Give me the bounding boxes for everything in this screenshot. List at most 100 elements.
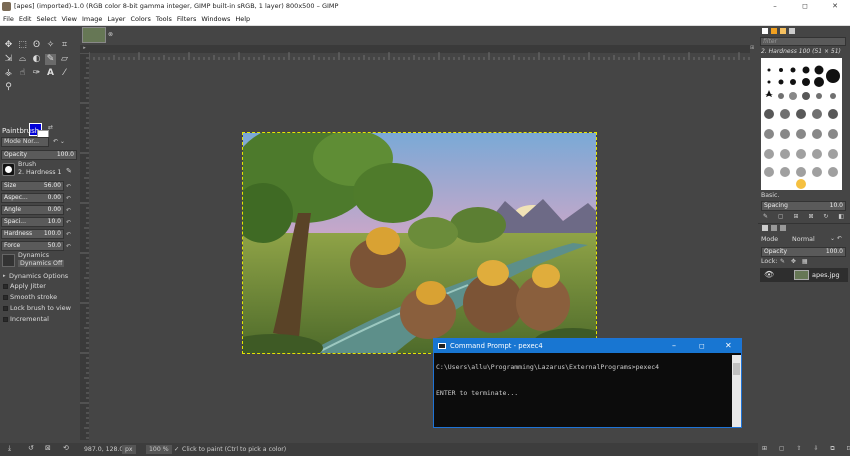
layers-tab-icon[interactable] bbox=[762, 225, 768, 231]
hardness-slider[interactable]: Hardness 100.0 bbox=[1, 229, 64, 239]
menu-windows[interactable]: Windows bbox=[199, 13, 233, 25]
mode-reset-icon[interactable]: ↶ ⌄ bbox=[53, 137, 65, 147]
opacity-slider[interactable]: Opacity 100.0 bbox=[1, 150, 77, 160]
brush-spacing-slider[interactable]: Spacing 10.0 bbox=[761, 201, 846, 211]
channels-tab-icon[interactable] bbox=[771, 225, 777, 231]
opacity-value: 100.0 bbox=[56, 151, 74, 158]
minimize-button[interactable]: – bbox=[760, 0, 790, 13]
zoom-lock-icon[interactable]: ⊞ bbox=[750, 45, 758, 53]
command-prompt-window[interactable]: Command Prompt - pexec4 – ◻ ✕ C:\Users\a… bbox=[433, 338, 742, 428]
edit-brush-icon[interactable]: ✎ bbox=[66, 167, 72, 175]
menu-view[interactable]: View bbox=[59, 13, 79, 25]
menu-colors[interactable]: Colors bbox=[128, 13, 153, 25]
brush-name: 2. Hardness 1 bbox=[18, 169, 62, 176]
smudge-tool-icon[interactable]: ☝ bbox=[17, 68, 28, 79]
menu-help[interactable]: Help bbox=[233, 13, 253, 25]
paths-tool-icon[interactable]: ✑ bbox=[31, 68, 42, 79]
brushes-tab-icon[interactable] bbox=[762, 28, 768, 34]
smooth-stroke-checkbox[interactable] bbox=[3, 295, 8, 300]
force-label: Force bbox=[4, 242, 21, 249]
cmd-scrollbar[interactable] bbox=[732, 355, 741, 427]
layer-opacity-value: 100.0 bbox=[825, 248, 843, 255]
angle-slider[interactable]: Angle 0.00 bbox=[1, 205, 64, 215]
swap-colors-icon[interactable]: ⇄ bbox=[48, 124, 53, 131]
cmd-maximize-button[interactable]: ◻ bbox=[699, 339, 705, 353]
crop-tool-icon[interactable]: ⌗ bbox=[59, 40, 70, 51]
fuzzy-select-tool-icon[interactable]: ✧ bbox=[45, 40, 56, 51]
menu-layer[interactable]: Layer bbox=[105, 13, 128, 25]
aspect-slider[interactable]: Aspec... 0.00 bbox=[1, 193, 64, 203]
layer-row[interactable]: 👁 apes.jpg bbox=[760, 268, 848, 282]
dynamics-preview-icon[interactable] bbox=[2, 254, 15, 267]
brush-grid[interactable] bbox=[761, 58, 842, 190]
dynamics-dropdown[interactable]: Dynamics Off bbox=[18, 260, 65, 267]
fonts-tab-icon[interactable] bbox=[780, 28, 786, 34]
incremental-checkbox[interactable] bbox=[3, 317, 8, 322]
apply-jitter-label: Apply Jitter bbox=[10, 282, 46, 290]
menu-filters[interactable]: Filters bbox=[174, 13, 198, 25]
move-tool-icon[interactable]: ✥ bbox=[3, 40, 14, 51]
layer-mode-dropdown[interactable]: Normal bbox=[792, 236, 815, 243]
lasso-tool-icon[interactable]: ʘ bbox=[31, 40, 42, 51]
menu-file[interactable]: File bbox=[0, 13, 16, 25]
brush-spacing-value: 10.0 bbox=[829, 202, 843, 209]
bucket-fill-tool-icon[interactable]: ◐ bbox=[31, 54, 42, 65]
close-image-tab-icon[interactable]: ⊗ bbox=[108, 31, 113, 38]
spacing-slider[interactable]: Spaci... 10.0 bbox=[1, 217, 64, 227]
text-tool-icon[interactable]: A bbox=[45, 68, 56, 79]
ruler-corner-icon[interactable]: ▸ bbox=[80, 45, 89, 53]
delete-options-icon[interactable]: ⊠ bbox=[45, 444, 51, 452]
incremental-label: Incremental bbox=[10, 315, 49, 323]
size-slider[interactable]: Size 56.00 bbox=[1, 181, 64, 191]
layers-tabs bbox=[762, 225, 786, 231]
paintbrush-tool-icon[interactable]: ✎ bbox=[45, 54, 56, 65]
warp-tool-icon[interactable]: ⌓ bbox=[17, 54, 28, 65]
layer-mode-icons[interactable]: ⌄ ↶ bbox=[830, 235, 842, 242]
cmd-close-button[interactable]: ✕ bbox=[725, 339, 732, 353]
cmd-window-title: Command Prompt - pexec4 bbox=[450, 342, 543, 350]
cmd-app-icon bbox=[438, 343, 446, 349]
restore-options-icon[interactable]: ↺ bbox=[28, 444, 34, 452]
lock-brush-checkbox[interactable] bbox=[3, 306, 8, 311]
brush-action-icons[interactable]: ✎ ▢ ⊞ ⊠ ↻ ◧ bbox=[763, 213, 848, 220]
mode-dropdown[interactable]: Mode Nor... bbox=[1, 137, 49, 147]
force-slider[interactable]: Force 50.0 bbox=[1, 241, 64, 251]
cmd-scrollbar-thumb[interactable] bbox=[733, 363, 740, 375]
brush-filter-input[interactable]: filter bbox=[760, 37, 846, 46]
image-tab-thumbnail[interactable] bbox=[82, 27, 106, 43]
apply-jitter-checkbox[interactable] bbox=[3, 284, 8, 289]
dynamics-options-label[interactable]: Dynamics Options bbox=[9, 272, 68, 280]
rect-select-tool-icon[interactable]: ⬚ bbox=[17, 40, 28, 51]
brush-preview[interactable] bbox=[2, 163, 15, 176]
transform-tool-icon[interactable]: ⇲ bbox=[3, 54, 14, 65]
menu-select[interactable]: Select bbox=[34, 13, 59, 25]
layer-opacity-slider[interactable]: Opacity 100.0 bbox=[761, 247, 846, 257]
cmd-minimize-button[interactable]: – bbox=[672, 339, 676, 353]
clone-tool-icon[interactable]: ⚶ bbox=[3, 68, 14, 79]
eraser-tool-icon[interactable]: ▱ bbox=[59, 54, 70, 65]
brush-spacing-label: Spacing bbox=[764, 202, 788, 209]
unit-dropdown[interactable]: px bbox=[122, 445, 136, 454]
reset-options-icon[interactable]: ⟲ bbox=[63, 444, 69, 452]
lock-icons[interactable]: ✎ ✥ ▦ bbox=[780, 258, 810, 265]
save-options-icon[interactable]: ⤓ bbox=[8, 444, 11, 453]
menu-tools[interactable]: Tools bbox=[153, 13, 174, 25]
brush-dot-icon bbox=[5, 166, 12, 173]
expander-icon[interactable]: ▸ bbox=[3, 273, 6, 279]
menu-image[interactable]: Image bbox=[79, 13, 104, 25]
color-picker-tool-icon[interactable]: ⁄ bbox=[59, 68, 70, 79]
menu-edit[interactable]: Edit bbox=[16, 13, 34, 25]
zoom-tool-icon[interactable]: ⚲ bbox=[3, 82, 14, 93]
document-history-tab-icon[interactable] bbox=[789, 28, 795, 34]
slider-reset-icons[interactable]: ↶ ↶ ↶ ↶ ↶ ↶ bbox=[66, 181, 71, 253]
maximize-button[interactable]: ◻ bbox=[790, 0, 820, 13]
image-canvas[interactable] bbox=[242, 132, 597, 354]
paths-tab-icon[interactable] bbox=[780, 225, 786, 231]
cmd-title-bar[interactable]: Command Prompt - pexec4 – ◻ ✕ bbox=[434, 339, 741, 353]
close-button[interactable]: ✕ bbox=[820, 0, 850, 13]
patterns-tab-icon[interactable] bbox=[771, 28, 777, 34]
layer-visibility-eye-icon[interactable]: 👁 bbox=[764, 270, 774, 279]
zoom-dropdown[interactable]: 100 % bbox=[146, 445, 172, 454]
smooth-stroke-label: Smooth stroke bbox=[10, 293, 58, 301]
layer-action-icons[interactable]: ⊞ ▢ ⇧ ⇩ ⧉ ⊡ ⊠ bbox=[762, 445, 850, 453]
